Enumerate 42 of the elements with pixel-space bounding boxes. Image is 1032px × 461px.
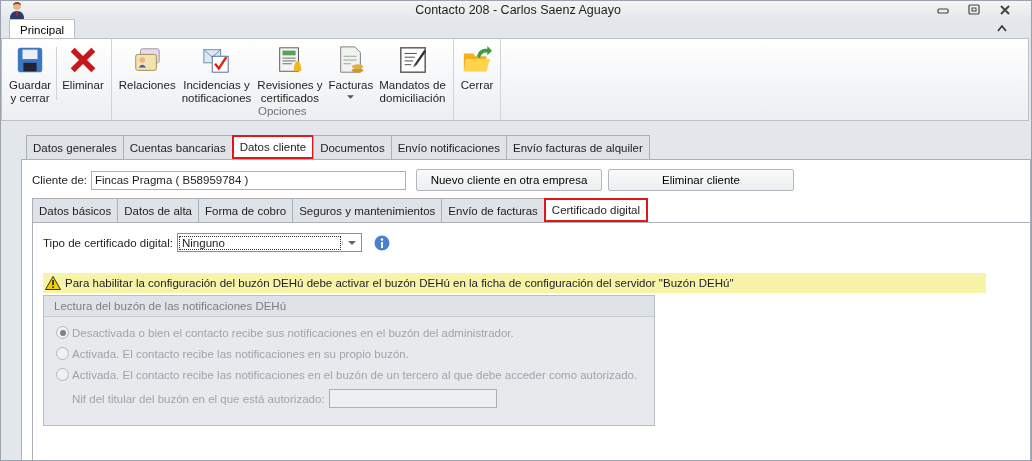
field-label: Nif del titular del buzón en el que está autorizado: [72,392,325,405]
ribbon-tab[interactable]: Principal [9,19,76,39]
ribbon-button[interactable]: Relaciones [115,39,179,105]
tab[interactable]: Documentos [313,135,392,159]
tab[interactable]: Cuentas bancarias [122,135,233,159]
group-title: Lectura del buzón de las notificaciones DEHú [44,296,654,317]
group-label: Opciones [256,105,308,119]
person-icon [9,1,25,19]
window-title: Contacto 208 - Carlos Saenz Aguayo [415,3,621,17]
option-label: Desactivada o bien el contacto recibe sus notificaciones en el buzón del administrador. [72,326,514,339]
action-button[interactable]: Nuevo cliente en otra empresa [416,169,602,191]
option-label: Activada. El contacto recibe las notificaciones en el buzón de un tercero al que debe acceder como autorizado. [72,368,638,381]
tab[interactable]: Certificado digital [543,198,649,222]
ribbon-button[interactable]: Incidencias y notificaciones [178,39,255,105]
tab[interactable]: Datos generales [26,135,124,159]
action-button[interactable]: Eliminar cliente [608,169,794,191]
ribbon-button[interactable]: Revisiones y certificados [254,39,326,105]
tab[interactable]: Datos cliente [231,135,315,159]
document-pen-icon [397,45,428,75]
tab[interactable]: Envío notificaciones [390,135,507,159]
warning-text: Para habilitar la configuración del buzón DEHú debe activar el buzón DEHú en la ficha de configuración del servidor "Buzón DEHú" [65,277,734,289]
ribbon-button[interactable]: Cerrar [457,39,497,120]
certificate-dropdown[interactable]: Ninguno [177,233,362,252]
tab[interactable]: Envío de facturas [441,198,545,222]
client-field[interactable]: Fincas Pragma ( B58959784 ) [91,170,406,190]
tab[interactable]: Datos de alta [117,198,199,222]
field-label: Cliente de: [32,174,87,186]
field-label: Tipo de certificado digital: [43,236,173,249]
tab[interactable]: Envío facturas de alquiler [506,135,650,159]
info-icon[interactable] [374,234,390,251]
collapse-icon[interactable] [997,24,1007,32]
option-label: Activada. El contacto recibe las notificaciones en su propio buzón. [72,347,409,360]
close-icon[interactable] [999,4,1011,16]
ribbon-button[interactable]: Guardar y cerrar [6,39,55,120]
tab[interactable]: Seguros y mantenimientos [292,198,443,222]
ribbon-button[interactable]: Facturas [325,39,377,105]
maximize-icon[interactable] [968,4,980,16]
tab[interactable]: Forma de cobro [198,198,294,222]
warning-icon [45,276,61,290]
tab[interactable]: Datos básicos [32,198,119,222]
ribbon-button[interactable]: Eliminar [59,39,107,120]
ribbon-button[interactable]: Mandatos de domiciliación [376,39,449,105]
